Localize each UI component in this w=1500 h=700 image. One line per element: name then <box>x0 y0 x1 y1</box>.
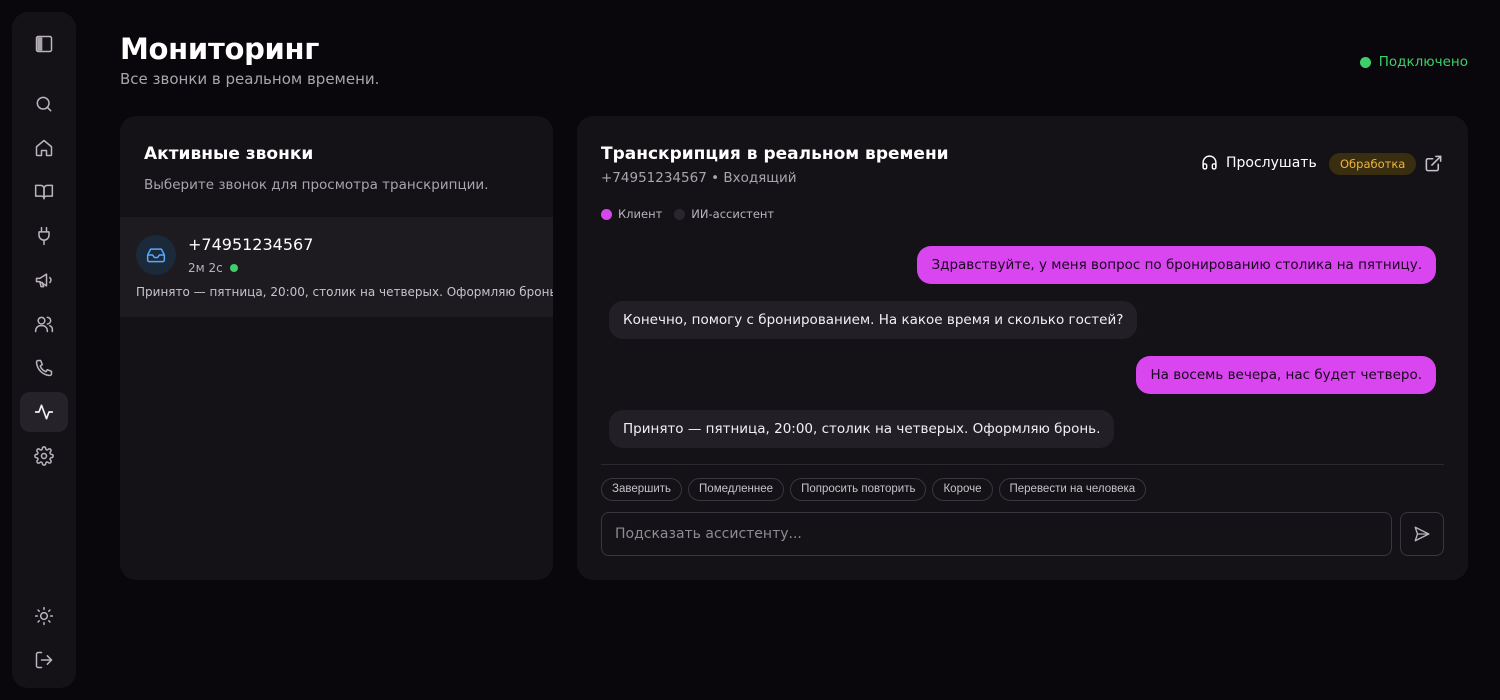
call-meta: 2м 2с <box>188 261 238 275</box>
log-out-icon <box>35 651 53 669</box>
legend-client-label: Клиент <box>618 207 663 221</box>
call-avatar <box>136 235 176 275</box>
sidebar-item-campaigns[interactable] <box>20 260 68 300</box>
message-assistant: Конечно, помогу с бронированием. На како… <box>609 301 1138 339</box>
sidebar-item-contacts[interactable] <box>20 304 68 344</box>
sidebar-item-search[interactable] <box>20 84 68 124</box>
call-list-item[interactable]: +74951234567 2м 2с Принято — пятница, 20… <box>120 217 553 317</box>
active-calls-description: Выберите звонок для просмотра транскрипц… <box>144 177 489 193</box>
legend-client-dot <box>601 208 612 220</box>
listen-button[interactable]: Прослушать <box>1201 154 1317 171</box>
message-client: Здравствуйте, у меня вопрос по бронирова… <box>917 246 1436 284</box>
send-icon <box>1414 526 1430 542</box>
search-icon <box>36 96 52 112</box>
sidebar <box>12 12 76 688</box>
transfer-human-chip[interactable]: Перевести на человека <box>998 478 1147 501</box>
slower-chip[interactable]: Помедленнее <box>688 478 785 501</box>
end-call-chip[interactable]: Завершить <box>601 478 683 501</box>
connection-status-label: Подключено <box>1378 54 1468 70</box>
sidebar-item-home[interactable] <box>20 128 68 168</box>
theme-toggle-button[interactable] <box>20 596 68 636</box>
connection-status: Подключено <box>1359 54 1468 70</box>
home-icon <box>35 139 53 157</box>
open-external-button[interactable] <box>1424 154 1443 177</box>
users-icon <box>34 316 54 333</box>
phone-icon <box>35 359 53 377</box>
send-button[interactable] <box>1400 512 1444 556</box>
listen-button-label: Прослушать <box>1226 154 1317 171</box>
activity-icon <box>34 404 54 420</box>
call-phone-number: +74951234567 <box>188 235 314 254</box>
call-live-dot <box>229 264 238 272</box>
legend-assistant-dot <box>674 208 686 220</box>
transcript-panel: Транскрипция в реальном времени +7495123… <box>577 116 1468 580</box>
page-subtitle: Все звонки в реальном времени. <box>120 70 380 88</box>
sidebar-item-settings[interactable] <box>20 436 68 476</box>
headphones-icon <box>1202 155 1217 170</box>
sidebar-item-knowledge[interactable] <box>20 172 68 212</box>
quick-actions: Завершить Помедленнее Попросить повторит… <box>601 478 1147 501</box>
gear-icon <box>34 446 54 466</box>
external-link-icon <box>1425 155 1442 172</box>
plug-icon <box>38 226 50 246</box>
legend-client: Клиент <box>601 207 662 221</box>
panel-left-icon <box>35 35 53 53</box>
ask-repeat-chip[interactable]: Попросить повторить <box>790 478 927 501</box>
connection-status-dot <box>1359 56 1371 68</box>
logout-button[interactable] <box>20 640 68 680</box>
inbox-icon <box>146 248 166 263</box>
transcript-title: Транскрипция в реальном времени <box>601 144 949 164</box>
sidebar-item-integrations[interactable] <box>20 216 68 256</box>
sidebar-item-calls[interactable] <box>20 348 68 388</box>
legend-assistant: ИИ-ассистент <box>674 207 774 221</box>
sidebar-toggle-button[interactable] <box>20 24 68 64</box>
legend-assistant-label: ИИ-ассистент <box>691 207 775 221</box>
sidebar-item-monitoring[interactable] <box>20 392 68 432</box>
call-last-message: Принято — пятница, 20:00, столик на четв… <box>136 285 553 299</box>
call-duration: 2м 2с <box>188 261 223 275</box>
book-open-icon <box>34 184 54 200</box>
transcript-call-info: +74951234567 • Входящий <box>601 170 797 186</box>
shorter-chip[interactable]: Короче <box>932 478 993 501</box>
speaker-legend: Клиент ИИ-ассистент <box>601 207 774 221</box>
active-calls-panel: Активные звонки Выберите звонок для прос… <box>120 116 553 580</box>
status-badge: Обработка <box>1329 153 1417 175</box>
assistant-hint-input[interactable] <box>601 512 1392 556</box>
active-calls-title: Активные звонки <box>144 144 314 164</box>
megaphone-icon <box>35 273 52 288</box>
sun-icon <box>34 606 54 626</box>
divider <box>601 464 1444 465</box>
message-client: На восемь вечера, нас будет четверо. <box>1136 356 1436 394</box>
message-assistant: Принято — пятница, 20:00, столик на четв… <box>609 410 1115 448</box>
page-title: Мониторинг <box>120 32 320 66</box>
